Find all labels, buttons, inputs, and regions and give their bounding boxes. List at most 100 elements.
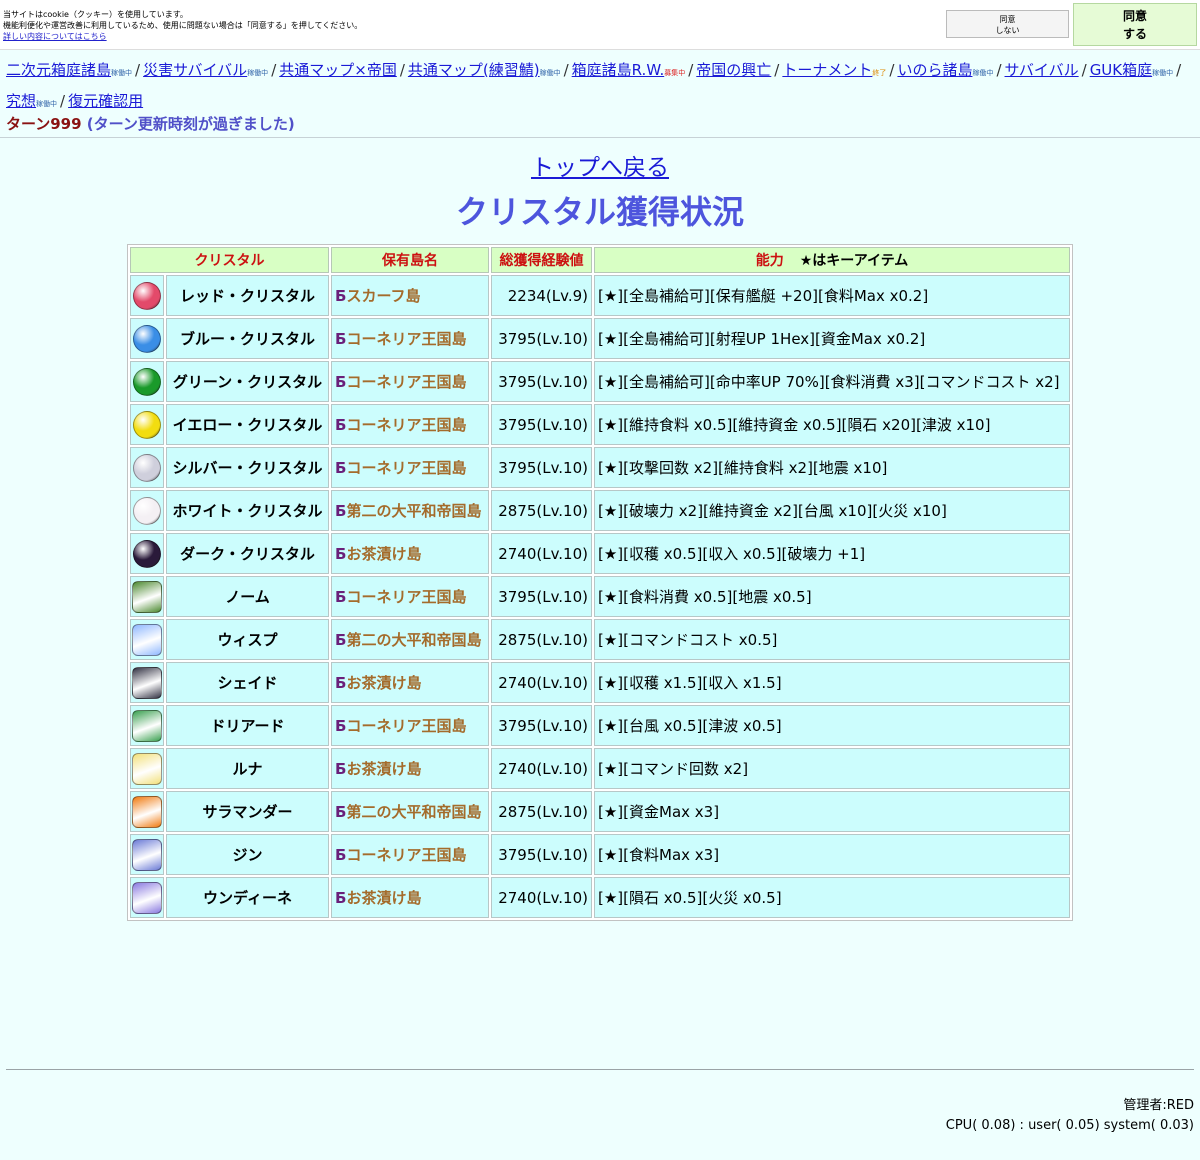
table-row: イエロー・クリスタル Бコーネリア王国島 3795(Lv.10) [★][維持食料 x… <box>130 404 1070 445</box>
icon-cell <box>130 447 164 488</box>
cookie-notice-text: 当サイトはcookie（クッキー）を使用しています。 機能利便化や運営改善に利用… <box>3 9 362 42</box>
icon-cell <box>130 619 164 660</box>
table-row: ウンディーネ Бお茶漬け島 2740(Lv.10) [★][隕石 x0.5][火災 x… <box>130 877 1070 918</box>
game-status-badge: 稼働中 <box>36 100 58 108</box>
game-link[interactable]: 究想 <box>6 92 36 110</box>
ability-value: [★][全島補給可][命中率UP 70%][食料消費 x3][コマンドコスト x… <box>594 361 1070 402</box>
game-status-badge: 稼働中 <box>247 69 269 77</box>
crystal-name: サラマンダー <box>166 791 329 832</box>
ability-value: [★][破壊力 x2][維持資金 x2][台風 x10][火災 x10] <box>594 490 1070 531</box>
island-prefix: Б <box>335 373 347 391</box>
island-name-cell: Бコーネリア王国島 <box>331 447 489 488</box>
game-link[interactable]: いのら諸島 <box>897 61 972 79</box>
nav-separator: / <box>774 61 780 79</box>
game-status-badge: 稼働中 <box>972 69 994 77</box>
icon-cell <box>130 877 164 918</box>
cookie-agree-button[interactable]: 同意 する <box>1073 3 1197 46</box>
crystal-name: シルバー・クリスタル <box>166 447 329 488</box>
game-link[interactable]: 共通マップ(練習鯖) <box>408 61 540 79</box>
header-ability: 能力 ★はキーアイテム <box>594 247 1070 273</box>
crystal-name: ダーク・クリスタル <box>166 533 329 574</box>
game-link[interactable]: GUK箱庭 <box>1090 61 1152 79</box>
game-status-badge: 稼働中 <box>111 69 133 77</box>
island-name: お茶漬け島 <box>346 545 422 563</box>
nav-separator: / <box>996 61 1002 79</box>
cookie-disagree-label: 同意 <box>999 15 1016 24</box>
table-row: ドリアード Бコーネリア王国島 3795(Lv.10) [★][台風 x0.5][津波… <box>130 705 1070 746</box>
ability-value: [★][攻撃回数 x2][維持食料 x2][地震 x10] <box>594 447 1070 488</box>
header-island: 保有島名 <box>331 247 489 273</box>
island-prefix: Б <box>335 674 347 692</box>
cookie-disagree-label: しない <box>995 26 1020 35</box>
icon-cell <box>130 361 164 402</box>
crystal-name: ルナ <box>166 748 329 789</box>
game-link[interactable]: サバイバル <box>1005 61 1079 79</box>
island-name: コーネリア王国島 <box>346 416 467 434</box>
game-status-badge: 稼働中 <box>1152 69 1174 77</box>
crystal-name: グリーン・クリスタル <box>166 361 329 402</box>
game-status-badge: 稼働中 <box>539 69 561 77</box>
ability-value: [★][全島補給可][保有艦艇 +20][食料Max x0.2] <box>594 275 1070 316</box>
exp-value: 3795(Lv.10) <box>491 361 592 402</box>
island-name-cell: Бお茶漬け島 <box>331 662 489 703</box>
exp-value: 2234(Lv.9) <box>491 275 592 316</box>
icon-cell <box>130 576 164 617</box>
dark-crystal-icon <box>133 539 161 568</box>
island-name: コーネリア王国島 <box>346 717 467 735</box>
wisp-icon <box>132 623 162 656</box>
silver-crystal-icon <box>133 453 161 482</box>
admin-label: 管理者:RED <box>1123 1098 1194 1113</box>
crystal-name: ブルー・クリスタル <box>166 318 329 359</box>
game-link[interactable]: トーナメント <box>782 61 872 79</box>
island-prefix: Б <box>335 287 347 305</box>
game-status-badge: 募集中 <box>664 69 686 77</box>
island-name-cell: Б第二の大平和帝国島 <box>331 490 489 531</box>
crystal-name: レッド・クリスタル <box>166 275 329 316</box>
footer-divider <box>6 1069 1194 1070</box>
game-link[interactable]: 二次元箱庭諸島 <box>6 61 111 79</box>
exp-value: 3795(Lv.10) <box>491 834 592 875</box>
table-header-row: クリスタル 保有島名 総獲得経験値 能力 ★はキーアイテム <box>130 247 1070 273</box>
turn-update-note: (ターン更新時刻が過ぎました) <box>86 115 295 133</box>
island-prefix: Б <box>335 803 347 821</box>
crystal-name: ジン <box>166 834 329 875</box>
crystal-rows: レッド・クリスタル Бスカーフ島 2234(Lv.9) [★][全島補給可][保有艦艇… <box>130 275 1070 918</box>
game-status-badge: 終了 <box>872 69 887 77</box>
game-link[interactable]: 箱庭諸島R.W. <box>572 61 665 79</box>
exp-value: 2875(Lv.10) <box>491 490 592 531</box>
game-link[interactable]: 復元確認用 <box>68 92 143 110</box>
game-link[interactable]: 共通マップ×帝国 <box>279 61 397 79</box>
exp-value: 2740(Lv.10) <box>491 748 592 789</box>
cookie-details-link[interactable]: 詳しい内容についてはこちら <box>3 32 107 41</box>
exp-value: 3795(Lv.10) <box>491 705 592 746</box>
island-name-cell: Бコーネリア王国島 <box>331 361 489 402</box>
island-prefix: Б <box>335 846 347 864</box>
exp-value: 3795(Lv.10) <box>491 404 592 445</box>
game-link[interactable]: 災害サバイバル <box>143 61 247 79</box>
header-ability-label: 能力 <box>755 253 784 269</box>
island-name-cell: Б第二の大平和帝国島 <box>331 619 489 660</box>
cookie-agree-label: 同意 <box>1122 9 1147 23</box>
blue-crystal-icon <box>133 324 161 353</box>
island-prefix: Б <box>335 330 347 348</box>
icon-cell <box>130 318 164 359</box>
island-name: コーネリア王国島 <box>346 373 467 391</box>
crystal-name: イエロー・クリスタル <box>166 404 329 445</box>
island-prefix: Б <box>335 588 347 606</box>
crystal-name: シェイド <box>166 662 329 703</box>
island-name-cell: Б第二の大平和帝国島 <box>331 791 489 832</box>
island-name: 第二の大平和帝国島 <box>346 803 482 821</box>
jinn-icon <box>132 838 162 871</box>
ability-value: [★][コマンドコスト x0.5] <box>594 619 1070 660</box>
game-link[interactable]: 帝国の興亡 <box>696 61 771 79</box>
icon-cell <box>130 834 164 875</box>
green-crystal-icon <box>133 367 161 396</box>
cookie-notice-line: 当サイトはcookie（クッキー）を使用しています。 <box>3 10 188 19</box>
yellow-crystal-icon <box>133 410 161 439</box>
table-row: ルナ Бお茶漬け島 2740(Lv.10) [★][コマンド回数 x2] <box>130 748 1070 789</box>
table-row: レッド・クリスタル Бスカーフ島 2234(Lv.9) [★][全島補給可][保有艦艇… <box>130 275 1070 316</box>
island-prefix: Б <box>335 416 347 434</box>
ability-value: [★][収穫 x0.5][収入 x0.5][破壊力 +1] <box>594 533 1070 574</box>
cookie-disagree-button[interactable]: 同意 しない <box>946 10 1069 38</box>
back-to-top-link[interactable]: トップへ戻る <box>531 155 669 181</box>
